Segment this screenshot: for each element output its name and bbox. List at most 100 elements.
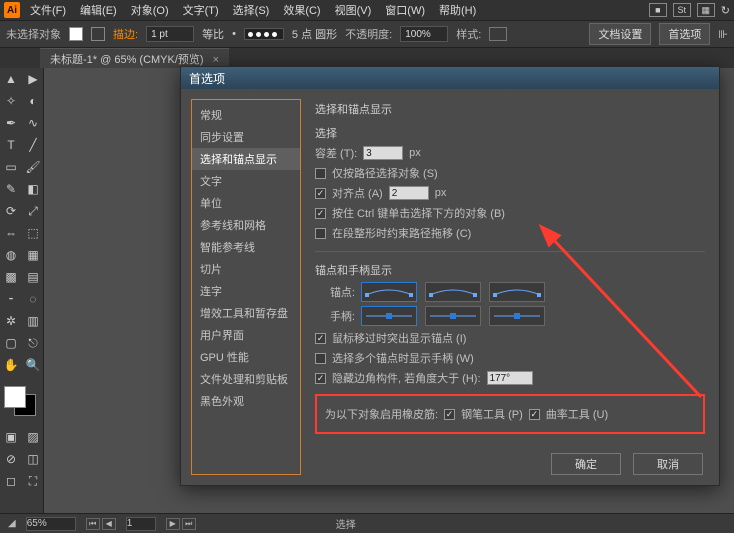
prefs-cat-sync[interactable]: 同步设置 [192,126,300,148]
ctrl-click-checkbox[interactable] [315,208,326,219]
menu-view[interactable]: 视图(V) [329,0,378,20]
mesh-tool[interactable]: ▩ [0,266,22,288]
prefs-cat-selection[interactable]: 选择和锚点显示 [192,148,300,170]
prev-artboard-icon[interactable]: ◀ [102,518,116,530]
slice-tool[interactable]: ⎋ [22,332,44,354]
menu-file[interactable]: 文件(F) [24,0,72,20]
fill-swatch[interactable] [69,27,83,41]
width-tool[interactable]: ⇔ [0,222,22,244]
layout-icon[interactable]: ■ [649,3,667,17]
prefs-cat-hyphen[interactable]: 连字 [192,280,300,302]
prefs-cat-units[interactable]: 单位 [192,192,300,214]
gradient-tool[interactable]: ▤ [22,266,44,288]
lasso-tool[interactable]: ◐ [22,90,44,112]
opacity-input[interactable] [400,26,448,42]
anchor-style-1[interactable] [361,282,417,302]
paintbrush-tool[interactable]: 🖌 [22,156,44,178]
prefs-cat-black[interactable]: 黑色外观 [192,390,300,412]
anchor-style-3[interactable] [489,282,545,302]
preferences-button[interactable]: 首选项 [659,23,710,45]
artboard-number-input[interactable] [126,517,156,531]
curve-tool-checkbox[interactable] [529,409,540,420]
line-tool[interactable]: ╱ [22,134,44,156]
handle-style-3[interactable] [489,306,545,326]
prefs-cat-slices[interactable]: 切片 [192,258,300,280]
zoom-input[interactable] [26,517,76,531]
anchor-style-2[interactable] [425,282,481,302]
only-path-checkbox[interactable] [315,168,326,179]
pencil-tool[interactable]: ✎ [0,178,22,200]
free-transform-tool[interactable]: ⬚ [22,222,44,244]
prefs-cat-file[interactable]: 文件处理和剪贴板 [192,368,300,390]
prefs-cat-type[interactable]: 文字 [192,170,300,192]
prefs-cat-gpu[interactable]: GPU 性能 [192,346,300,368]
symbol-sprayer-tool[interactable]: ✲ [0,310,22,332]
fill-color[interactable] [4,386,26,408]
style-swatch[interactable] [489,27,507,41]
prefs-cat-ui[interactable]: 用户界面 [192,324,300,346]
close-tab-icon[interactable]: × [213,54,219,66]
scale-tool[interactable]: ⤢ [22,200,44,222]
pen-tool-checkbox[interactable] [444,409,455,420]
prefs-cat-general[interactable]: 常规 [192,104,300,126]
next-artboard-icon[interactable]: ▶ [166,518,180,530]
graph-tool[interactable]: ▥ [22,310,44,332]
magic-wand-tool[interactable]: ✧ [0,90,22,112]
menu-object[interactable]: 对象(O) [125,0,175,20]
menu-edit[interactable]: 编辑(E) [74,0,123,20]
st-icon[interactable]: St [673,3,691,17]
brush-preview[interactable] [244,28,284,40]
zoom-tool[interactable]: 🔍 [22,354,44,376]
doc-setup-button[interactable]: 文档设置 [589,23,651,45]
arrange-icon[interactable]: ▦ [697,3,715,17]
fill-stroke-swatch[interactable] [0,382,43,420]
constrain-checkbox[interactable] [315,228,326,239]
menu-window[interactable]: 窗口(W) [379,0,431,20]
stroke-weight-input[interactable] [146,26,194,42]
prefs-cat-plugins[interactable]: 增效工具和暂存盘 [192,302,300,324]
perspective-tool[interactable]: ▦ [22,244,44,266]
first-artboard-icon[interactable]: ⏮ [86,518,100,530]
rotate-tool[interactable]: ⟳ [0,200,22,222]
panel-menu-icon[interactable]: ⊪ [718,28,728,41]
sync-icon[interactable]: ↻ [721,4,730,17]
direct-selection-tool[interactable]: ▶ [22,68,44,90]
snap-input[interactable] [389,186,429,200]
uniform-dropdown[interactable]: 等比 [202,26,224,42]
hide-corner-checkbox[interactable] [315,373,326,384]
menu-effect[interactable]: 效果(C) [277,0,326,20]
cancel-button[interactable]: 取消 [633,453,703,475]
handle-style-2[interactable] [425,306,481,326]
none-mode-icon[interactable]: ⊘ [0,448,22,470]
stroke-swatch[interactable] [91,27,105,41]
ok-button[interactable]: 确定 [551,453,621,475]
menu-help[interactable]: 帮助(H) [433,0,482,20]
gradient-mode-icon[interactable]: ▨ [22,426,44,448]
eyedropper-tool[interactable]: ⁃ [0,288,22,310]
curvature-tool[interactable]: ∿ [22,112,44,134]
prefs-cat-guides[interactable]: 参考线和网格 [192,214,300,236]
pen-tool[interactable]: ✒ [0,112,22,134]
tolerance-input[interactable] [363,146,403,160]
multi-handle-checkbox[interactable] [315,353,326,364]
menu-select[interactable]: 选择(S) [227,0,276,20]
screen-mode-icon[interactable]: ◻ [0,470,22,492]
menu-type[interactable]: 文字(T) [177,0,225,20]
last-artboard-icon[interactable]: ⏭ [182,518,196,530]
artboard-tool[interactable]: ▢ [0,332,22,354]
mouseover-checkbox[interactable] [315,333,326,344]
hide-corner-input[interactable] [487,371,533,385]
selection-tool[interactable]: ▲ [0,68,22,90]
handle-style-1[interactable] [361,306,417,326]
snap-checkbox[interactable] [315,188,326,199]
prefs-cat-smartguides[interactable]: 智能参考线 [192,236,300,258]
color-mode-icon[interactable]: ▣ [0,426,22,448]
type-tool[interactable]: T [0,134,22,156]
hand-tool[interactable]: ✋ [0,354,22,376]
draw-mode-icon[interactable]: ◫ [22,448,44,470]
shape-builder-tool[interactable]: ◍ [0,244,22,266]
change-screen-icon[interactable]: ⛶ [22,470,44,492]
eraser-tool[interactable]: ◧ [22,178,44,200]
blend-tool[interactable]: ◌ [22,288,44,310]
rectangle-tool[interactable]: ▭ [0,156,22,178]
